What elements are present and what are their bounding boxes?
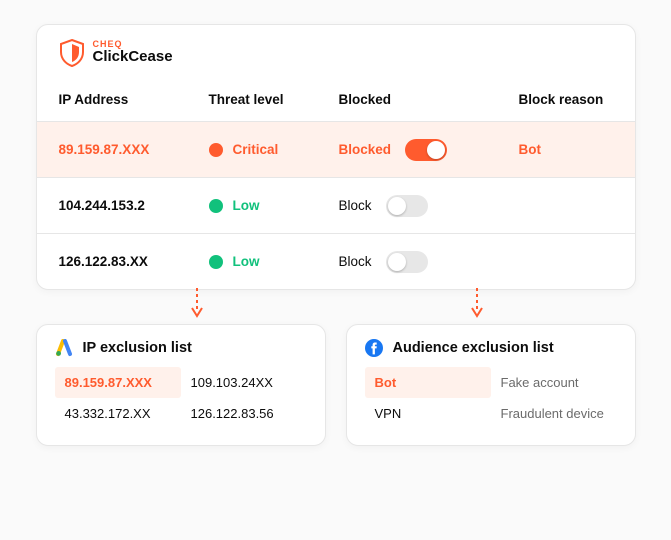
threat-label: Low [233, 254, 260, 269]
audience-exclusion-card: Audience exclusion list Bot Fake account… [346, 324, 636, 446]
blocked-cell: Block [339, 251, 519, 273]
google-ads-icon [55, 339, 73, 357]
list-item: VPN [365, 398, 491, 429]
threat-dot-icon [209, 255, 223, 269]
list-item: 89.159.87.XXX [55, 367, 181, 398]
threat-dot-icon [209, 143, 223, 157]
col-header-ip: IP Address [59, 92, 209, 107]
table-header-row: IP Address Threat level Blocked Block re… [37, 77, 635, 121]
blocked-cell: Block [339, 195, 519, 217]
block-toggle[interactable] [405, 139, 447, 161]
threat-level: Critical [209, 142, 339, 157]
ip-threat-card: CHEQ ClickCease IP Address Threat level … [36, 24, 636, 290]
col-header-reason: Block reason [519, 92, 613, 107]
list-item: 126.122.83.56 [181, 398, 307, 429]
flow-arrows [36, 290, 636, 324]
list-item: 43.332.172.XX [55, 398, 181, 429]
exclusion-lists: IP exclusion list 89.159.87.XXX 109.103.… [36, 324, 636, 446]
col-header-threat: Threat level [209, 92, 339, 107]
threat-level: Low [209, 254, 339, 269]
brand-name: ClickCease [93, 49, 173, 66]
blocked-label: Blocked [339, 142, 392, 157]
brand-header: CHEQ ClickCease [37, 25, 635, 77]
blocked-label: Block [339, 254, 372, 269]
threat-label: Low [233, 198, 260, 213]
block-toggle[interactable] [386, 195, 428, 217]
arrow-down-icon [196, 288, 198, 314]
list-item: Fake account [491, 367, 617, 398]
facebook-icon [365, 339, 383, 357]
ip-exclusion-card: IP exclusion list 89.159.87.XXX 109.103.… [36, 324, 326, 446]
list-item: Fraudulent device [491, 398, 617, 429]
card-title: IP exclusion list [83, 340, 192, 356]
block-toggle[interactable] [386, 251, 428, 273]
card-title-row: Audience exclusion list [365, 339, 617, 357]
blocked-cell: Blocked [339, 139, 519, 161]
ip-exclusion-grid: 89.159.87.XXX 109.103.24XX 43.332.172.XX… [55, 367, 307, 429]
arrow-down-icon [476, 288, 478, 314]
ip-address: 89.159.87.XXX [59, 142, 209, 157]
audience-exclusion-grid: Bot Fake account VPN Fraudulent device [365, 367, 617, 429]
table-row: 104.244.153.2 Low Block [37, 177, 635, 233]
blocked-label: Block [339, 198, 372, 213]
threat-label: Critical [233, 142, 279, 157]
threat-level: Low [209, 198, 339, 213]
list-item: 109.103.24XX [181, 367, 307, 398]
col-header-blocked: Blocked [339, 92, 519, 107]
table-row: 89.159.87.XXX Critical Blocked Bot [37, 121, 635, 177]
block-reason: Bot [519, 142, 613, 157]
list-item: Bot [365, 367, 491, 398]
shield-icon [59, 39, 85, 67]
ip-address: 104.244.153.2 [59, 198, 209, 213]
card-title-row: IP exclusion list [55, 339, 307, 357]
threat-dot-icon [209, 199, 223, 213]
table-row: 126.122.83.XX Low Block [37, 233, 635, 289]
card-title: Audience exclusion list [393, 340, 554, 356]
ip-address: 126.122.83.XX [59, 254, 209, 269]
